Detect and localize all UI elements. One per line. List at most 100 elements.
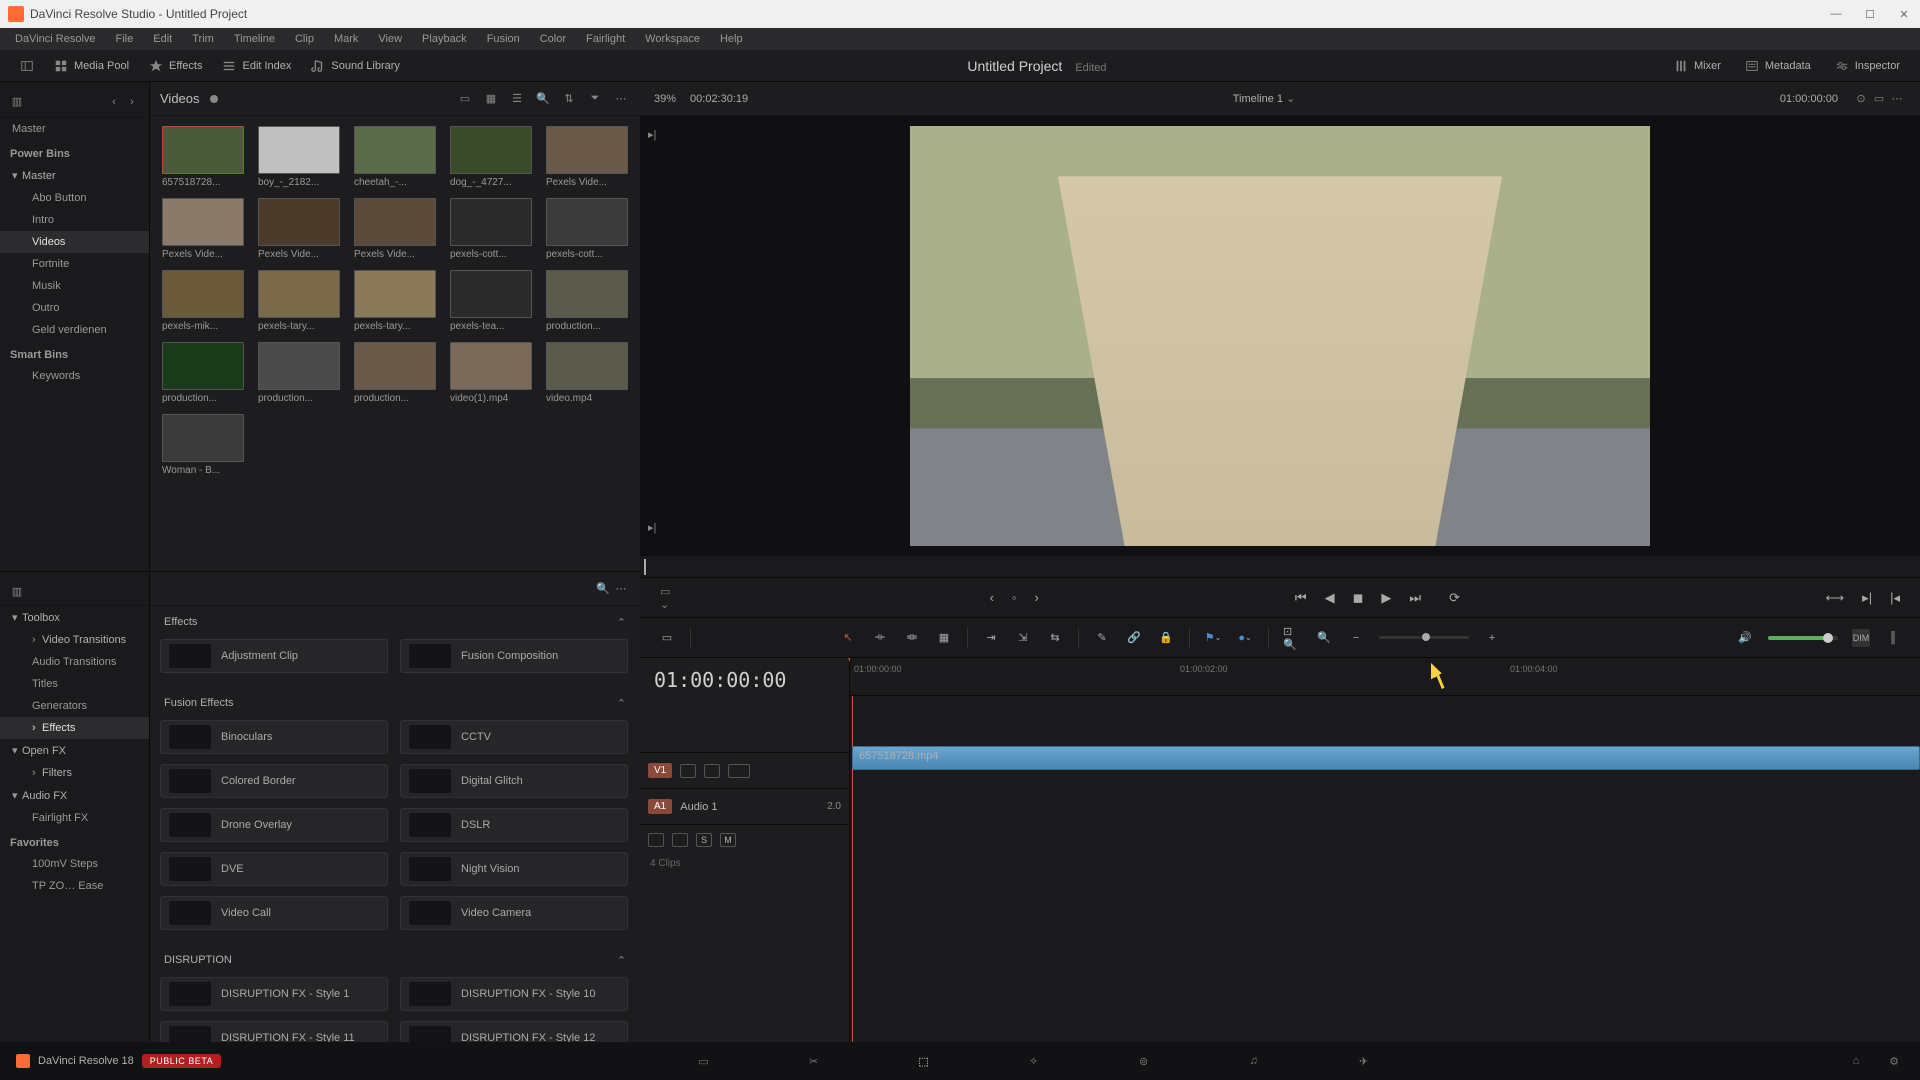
timeline-video-clip[interactable]: 657518728.mp4 bbox=[852, 746, 1920, 770]
go-first-button[interactable]: ⏮ bbox=[1295, 590, 1307, 606]
collapse-icon[interactable]: ⌃ bbox=[617, 616, 626, 629]
playhead[interactable] bbox=[852, 658, 853, 1042]
media-page-tab[interactable]: ▭ bbox=[694, 1051, 714, 1071]
zoom-level[interactable]: 39% bbox=[654, 93, 676, 105]
clip-thumbnail[interactable] bbox=[162, 414, 244, 462]
bin-geld[interactable]: Geld verdienen bbox=[0, 319, 149, 341]
stop-button[interactable]: ◼ bbox=[1353, 590, 1364, 606]
viewer-options-icon[interactable]: ⋯ bbox=[1888, 90, 1906, 108]
clip-card[interactable]: boy_-_2182... bbox=[258, 126, 340, 188]
menu-clip[interactable]: Clip bbox=[286, 31, 323, 47]
bin-fortnite[interactable]: Fortnite bbox=[0, 253, 149, 275]
audio-waveform-icon[interactable] bbox=[672, 833, 688, 847]
menu-file[interactable]: File bbox=[107, 31, 143, 47]
menu-fairlight[interactable]: Fairlight bbox=[577, 31, 634, 47]
effect-card[interactable]: DISRUPTION FX - Style 10 bbox=[400, 977, 628, 1011]
view-thumb-icon[interactable]: ▦ bbox=[482, 90, 500, 108]
viewer[interactable]: ▸| ▸| bbox=[640, 116, 1920, 556]
timeline-view-options-icon[interactable]: ▭ ⌄ bbox=[660, 589, 678, 607]
clip-card[interactable]: cheetah_-... bbox=[354, 126, 436, 188]
menu-davinci[interactable]: DaVinci Resolve bbox=[6, 31, 105, 47]
bin-abo-button[interactable]: Abo Button bbox=[0, 187, 149, 209]
view-metadata-icon[interactable]: ▭ bbox=[456, 90, 474, 108]
clip-card[interactable]: production... bbox=[354, 342, 436, 404]
menu-view[interactable]: View bbox=[369, 31, 411, 47]
link-icon[interactable]: 🔗 bbox=[1125, 629, 1143, 647]
bin-outro[interactable]: Outro bbox=[0, 297, 149, 319]
clip-card[interactable]: pexels-tea... bbox=[450, 270, 532, 332]
clip-card[interactable]: dog_-_4727... bbox=[450, 126, 532, 188]
fxcat-generators[interactable]: Generators bbox=[0, 695, 149, 717]
effect-card[interactable]: DISRUPTION FX - Style 1 bbox=[160, 977, 388, 1011]
clip-card[interactable]: pexels-tary... bbox=[258, 270, 340, 332]
effect-card[interactable]: Night Vision bbox=[400, 852, 628, 886]
fxcat-filters[interactable]: ›Filters bbox=[0, 762, 149, 784]
viewer-scrubber[interactable] bbox=[640, 556, 1920, 578]
volume-icon[interactable]: 🔊 bbox=[1736, 629, 1754, 647]
timeline-ruler[interactable]: 01:00:00:00 01:00:02:00 01:00:04:00 bbox=[850, 658, 1920, 696]
bin-next-icon[interactable]: › bbox=[123, 93, 141, 111]
zoom-out-icon[interactable]: − bbox=[1347, 629, 1365, 647]
media-pool-button[interactable]: Media Pool bbox=[44, 55, 139, 77]
flag-icon[interactable]: ⚑ ⌄ bbox=[1204, 629, 1222, 647]
blade-tool[interactable]: ▦ bbox=[935, 629, 953, 647]
settings-button[interactable]: ⚙ bbox=[1884, 1051, 1904, 1071]
effect-card[interactable]: Fusion Composition bbox=[400, 639, 628, 673]
clip-thumbnail[interactable] bbox=[162, 126, 244, 174]
effect-card[interactable]: DVE bbox=[160, 852, 388, 886]
audio-lock-icon[interactable] bbox=[648, 833, 664, 847]
timeline-title[interactable]: Timeline 1 ⌄ bbox=[748, 92, 1780, 105]
loop-button[interactable]: ⟳ bbox=[1449, 590, 1460, 606]
dynamic-trim-tool[interactable]: ⟚ bbox=[903, 629, 921, 647]
options-icon[interactable]: ⋯ bbox=[612, 90, 630, 108]
effect-card[interactable]: Video Call bbox=[160, 896, 388, 930]
zoom-in-icon[interactable]: + bbox=[1483, 629, 1501, 647]
match-frame-icon[interactable]: ▸| bbox=[648, 128, 656, 141]
bin-videos[interactable]: Videos bbox=[0, 231, 149, 253]
bin-prev-icon[interactable]: ‹ bbox=[105, 93, 123, 111]
inspector-button[interactable]: Inspector bbox=[1825, 55, 1910, 77]
fxcat-audiofx[interactable]: ▾Audio FX bbox=[0, 784, 149, 807]
volume-slider[interactable] bbox=[1768, 636, 1838, 640]
selection-tool[interactable]: ↖ bbox=[839, 629, 857, 647]
bin-intro[interactable]: Intro bbox=[0, 209, 149, 231]
effect-card[interactable]: DISRUPTION FX - Style 12 bbox=[400, 1021, 628, 1042]
clip-thumbnail[interactable] bbox=[162, 270, 244, 318]
clip-thumbnail[interactable] bbox=[354, 198, 436, 246]
clip-thumbnail[interactable] bbox=[162, 198, 244, 246]
audio-track-header[interactable]: A1 Audio 1 2.0 bbox=[640, 788, 849, 824]
replace-clip-icon[interactable]: ⇆ bbox=[1046, 629, 1064, 647]
next-clip-button[interactable]: › bbox=[1035, 590, 1039, 605]
zoom-search-icon[interactable]: 🔍 bbox=[1315, 629, 1333, 647]
clip-card[interactable]: Pexels Vide... bbox=[258, 198, 340, 260]
panel-toggle-button[interactable] bbox=[10, 55, 44, 77]
clip-thumbnail[interactable] bbox=[546, 126, 628, 174]
menu-trim[interactable]: Trim bbox=[183, 31, 223, 47]
last-marker-button[interactable]: |◂ bbox=[1890, 590, 1900, 606]
edit-index-button[interactable]: Edit Index bbox=[212, 55, 301, 77]
collapse-icon[interactable]: ⌃ bbox=[617, 954, 626, 967]
fx-options-icon[interactable]: ⋯ bbox=[612, 580, 630, 598]
clip-card[interactable]: production... bbox=[546, 270, 628, 332]
video-track-header[interactable]: V1 bbox=[640, 752, 849, 788]
lock-icon[interactable]: 🔒 bbox=[1157, 629, 1175, 647]
clip-thumbnail[interactable] bbox=[546, 342, 628, 390]
effects-library-button[interactable]: Effects bbox=[139, 55, 212, 77]
prev-clip-button[interactable]: ‹ bbox=[990, 590, 994, 605]
color-page-tab[interactable]: ⊚ bbox=[1134, 1051, 1154, 1071]
menu-help[interactable]: Help bbox=[711, 31, 752, 47]
bin-master[interactable]: Master bbox=[0, 118, 149, 140]
playhead-timecode[interactable]: 01:00:00:00 bbox=[640, 658, 849, 702]
bin-layout-icon[interactable]: ▥ bbox=[8, 93, 26, 111]
search-icon[interactable]: 🔍 bbox=[534, 90, 552, 108]
effect-card[interactable]: Drone Overlay bbox=[160, 808, 388, 842]
fxcat-titles[interactable]: Titles bbox=[0, 673, 149, 695]
fxcat-fairlight[interactable]: Fairlight FX bbox=[0, 807, 149, 829]
overwrite-clip-icon[interactable]: ⇲ bbox=[1014, 629, 1032, 647]
menu-playback[interactable]: Playback bbox=[413, 31, 476, 47]
fxcat-toolbox[interactable]: ▾Toolbox bbox=[0, 606, 149, 629]
collapse-icon[interactable]: ⌃ bbox=[617, 697, 626, 710]
track-curve-icon[interactable] bbox=[728, 764, 750, 778]
clip-thumbnail[interactable] bbox=[258, 270, 340, 318]
single-viewer-icon[interactable]: ▭ bbox=[1870, 90, 1888, 108]
